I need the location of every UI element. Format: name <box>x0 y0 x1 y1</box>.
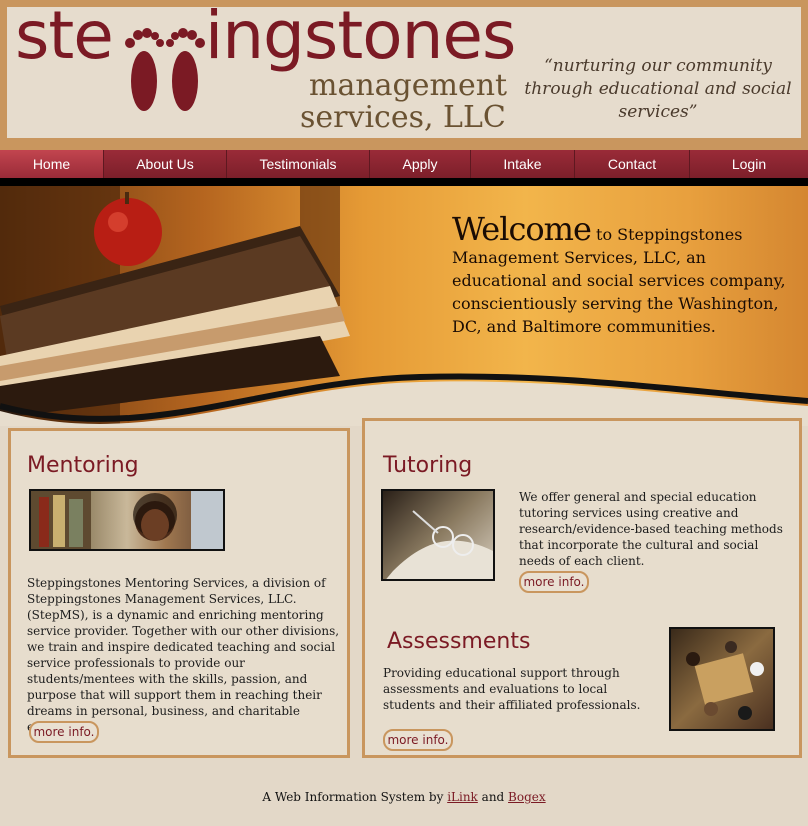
nav-testimonials[interactable]: Testimonials <box>227 150 370 178</box>
logo-subtitle-line2: services, LLC <box>300 100 506 135</box>
hero-banner: Welcome to Steppingstones Management Ser… <box>0 186 808 426</box>
bogex-link[interactable]: Bogex <box>508 790 546 804</box>
services-panel: Tutoring We offer general and special ed… <box>362 418 802 758</box>
assessments-photo <box>669 627 775 731</box>
nav-about-us[interactable]: About Us <box>104 150 227 178</box>
ilink-link[interactable]: iLink <box>447 790 478 804</box>
site-header: ste ingstones management services, LLC “n… <box>0 0 808 148</box>
mentoring-panel: Mentoring Steppingstones Mentoring Servi… <box>8 428 350 758</box>
header-panel: ste ingstones management services, LLC “n… <box>7 3 801 138</box>
tagline: “nurturing our community through educati… <box>524 56 792 122</box>
student-image <box>31 491 223 549</box>
footprints-icon <box>125 28 205 111</box>
tutoring-photo <box>381 489 495 581</box>
mentoring-body: Steppingstones Mentoring Services, a div… <box>27 576 340 734</box>
hero-top-band <box>0 178 808 186</box>
tutoring-more-info-button[interactable]: more info. <box>519 571 589 593</box>
welcome-message: Welcome to Steppingstones Management Ser… <box>452 213 792 338</box>
welcome-heading: Welcome <box>452 210 592 248</box>
nav-home[interactable]: Home <box>0 150 104 178</box>
logo-text-right: ingstones <box>204 0 517 74</box>
nav-intake[interactable]: Intake <box>471 150 575 178</box>
nav-apply[interactable]: Apply <box>370 150 471 178</box>
logo-subtitle-line1: management <box>309 68 508 103</box>
mentoring-photo <box>29 489 225 551</box>
nav-contact[interactable]: Contact <box>575 150 690 178</box>
group-study-image <box>686 641 764 720</box>
site-footer: A Web Information System by iLink and Bo… <box>0 790 808 804</box>
assessments-title: Assessments <box>387 629 531 654</box>
tutoring-title: Tutoring <box>383 453 473 478</box>
nav-login[interactable]: Login <box>690 150 808 178</box>
footer-prefix: A Web Information System by <box>262 790 448 804</box>
footer-middle: and <box>477 790 509 804</box>
assessments-more-info-button[interactable]: more info. <box>383 729 453 751</box>
main-nav: Home About Us Testimonials Apply Intake … <box>0 148 808 178</box>
assessments-body: Providing educational support through as… <box>383 666 641 712</box>
logo-wordmark[interactable]: ste ingstones <box>15 3 516 69</box>
mentoring-more-info-button[interactable]: more info. <box>29 721 99 743</box>
glasses-book-image <box>386 510 493 579</box>
logo-text-left: ste <box>15 0 114 74</box>
mentoring-title: Mentoring <box>27 453 139 478</box>
tutoring-body: We offer general and special education t… <box>519 490 783 568</box>
